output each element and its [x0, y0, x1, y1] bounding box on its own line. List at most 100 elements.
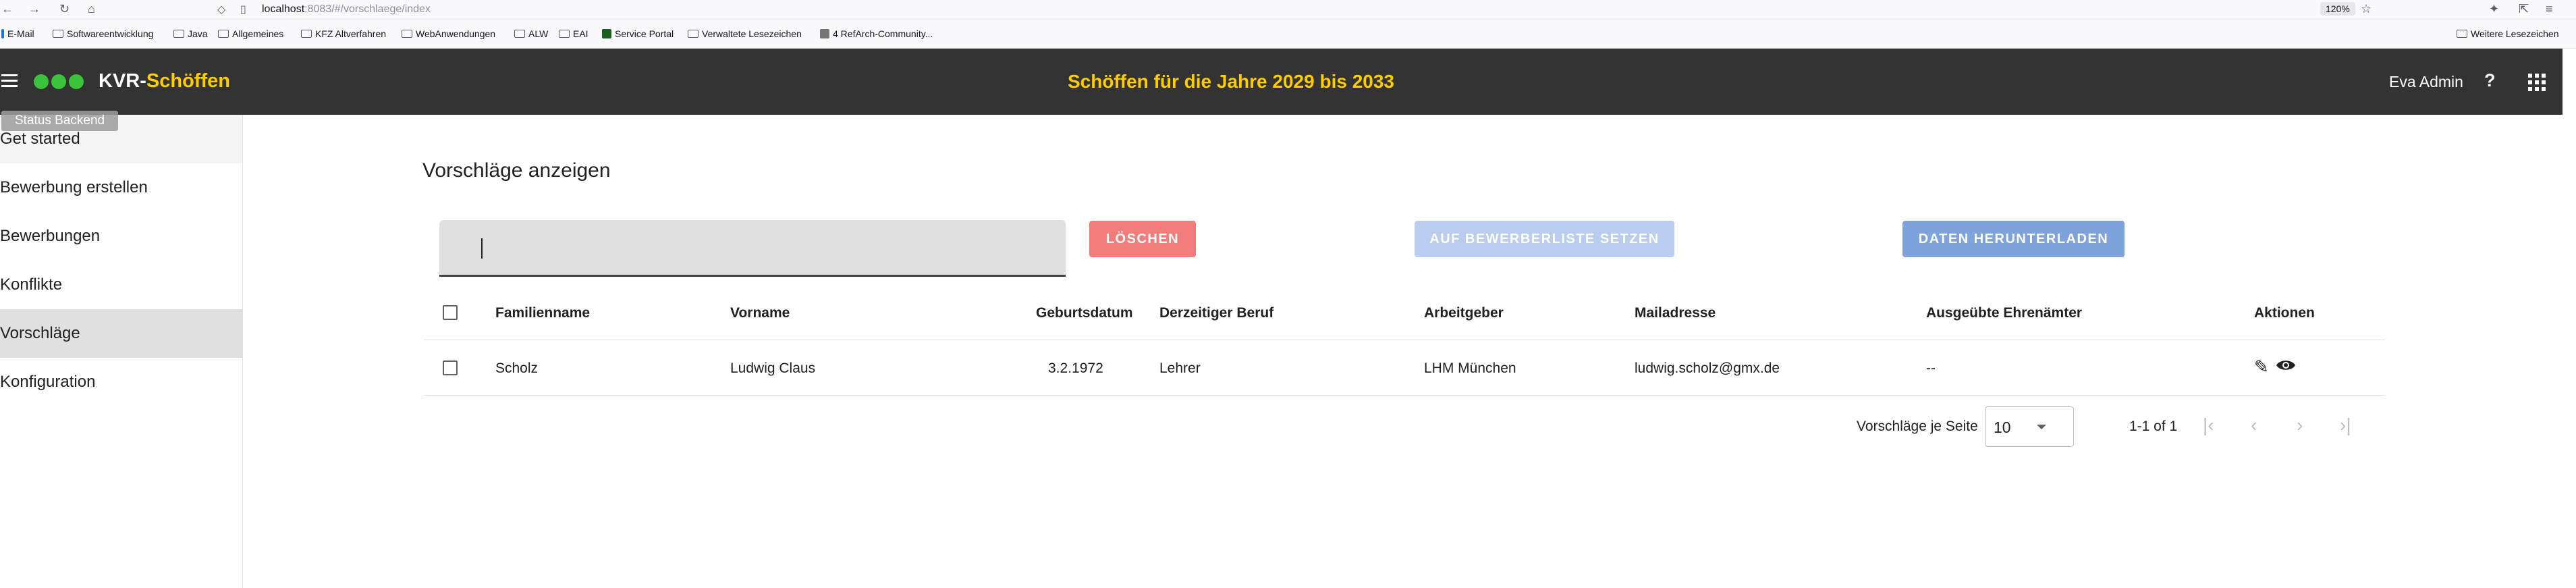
cell-familienname: Scholz [495, 360, 539, 376]
bookmark-item[interactable]: Softwareentwicklung [53, 28, 153, 39]
app-header: KVR-Schöffen Schöffen für die Jahre 2029… [0, 49, 2563, 115]
rows-per-page-label: Vorschläge je Seite [1857, 419, 1978, 434]
bookmark-label: Service Portal [615, 28, 674, 39]
extension-icon[interactable]: ✦ [2489, 2, 2499, 16]
bookmark-label: Verwaltete Lesezeichen [702, 28, 802, 39]
folder-icon [402, 30, 412, 38]
refarch-icon [820, 29, 829, 38]
cell-mail: ludwig.scholz@gmx.de [1635, 360, 1780, 376]
sidebar-item-bewerbungen[interactable]: Bewerbungen [0, 212, 242, 261]
sidebar-item-label: Bewerbungen [0, 227, 101, 245]
set-applicant-list-button[interactable]: AUF BEWERBERLISTE SETZEN [1415, 221, 1674, 257]
column-header[interactable]: Mailadresse [1635, 305, 1716, 321]
bookmark-label: WebAnwendungen [416, 28, 496, 39]
select-all-checkbox[interactable] [443, 305, 458, 320]
bookmark-item[interactable]: Java [173, 28, 208, 39]
rows-per-page-select[interactable]: 10 [1985, 406, 2074, 447]
menu-icon[interactable]: ≡ [2546, 2, 2553, 16]
folder-icon [688, 30, 698, 38]
user-name[interactable]: Eva Admin [2389, 73, 2463, 91]
column-header[interactable]: Ausgeübte Ehrenämter [1926, 305, 2082, 321]
column-header[interactable]: Vorname [730, 305, 790, 321]
last-page-icon[interactable]: ›| [2340, 415, 2351, 436]
bookmark-item[interactable]: EAI [559, 28, 588, 39]
home-icon[interactable]: ⌂ [88, 2, 95, 16]
bookmark-item[interactable]: KFZ Altverfahren [301, 28, 386, 39]
page-icon: ▯ [240, 4, 246, 16]
edit-pencil-icon[interactable]: ✎ [2254, 356, 2269, 377]
cell-beruf: Lehrer [1159, 360, 1201, 376]
hamburger-menu-icon[interactable] [1, 74, 18, 88]
folder-icon [301, 30, 312, 38]
sidebar-item-label: Bewerbung erstellen [0, 178, 148, 196]
next-page-icon[interactable]: › [2297, 415, 2303, 436]
status-dot-icon [51, 74, 66, 89]
cell-vorname: Ludwig Claus [730, 360, 816, 376]
cell-arbeitgeber: LHM München [1424, 360, 1516, 376]
reload-icon[interactable]: ↻ [59, 2, 70, 16]
bookmark-label: Weitere Lesezeichen [2471, 28, 2559, 39]
bookmark-item[interactable]: E-Mail [1, 28, 34, 39]
table-row[interactable]: Scholz Ludwig Claus 3.2.1972 Lehrer LHM … [424, 340, 2385, 396]
bookmark-item[interactable]: WebAnwendungen [402, 28, 495, 39]
bookmark-item[interactable]: Allgemeines [218, 28, 283, 39]
previous-page-icon[interactable]: ‹ [2251, 415, 2257, 436]
row-checkbox[interactable] [443, 360, 458, 375]
bookmark-label: Java [188, 28, 208, 39]
bookmark-item[interactable]: Service Portal [602, 28, 674, 39]
mail-icon [1, 29, 4, 38]
app-switcher-icon[interactable] [2528, 74, 2546, 91]
url-host: localhost [262, 3, 305, 15]
shield-icon[interactable]: ◇ [217, 3, 225, 16]
bookmark-label: KFZ Altverfahren [315, 28, 387, 39]
delete-button[interactable]: LÖSCHEN [1089, 221, 1196, 257]
folder-icon [514, 30, 525, 38]
column-header[interactable]: Geburtsdatum [1036, 305, 1133, 321]
bookmark-item[interactable]: ALW [514, 28, 548, 39]
bookmark-label: 4 RefArch-Community... [833, 28, 933, 39]
column-header[interactable]: Familienname [495, 305, 590, 321]
forward-icon[interactable]: → [28, 2, 40, 16]
sidebar-item-label: Get started [0, 130, 80, 148]
first-page-icon[interactable]: |‹ [2203, 415, 2214, 436]
bookmark-label: E-Mail [7, 28, 34, 39]
address-bar[interactable]: localhost:8083/#/vorschlaege/index [262, 3, 431, 16]
sidebar-item-konflikte[interactable]: Konflikte [0, 261, 242, 309]
status-dots [34, 74, 86, 92]
sidebar-item-vorschlaege[interactable]: Vorschläge [0, 309, 242, 358]
folder-icon [173, 30, 184, 38]
column-header[interactable]: Derzeitiger Beruf [1159, 305, 1273, 321]
url-path: :8083/#/vorschlaege/index [304, 3, 431, 15]
cell-geburtsdatum: 3.2.1972 [1048, 360, 1103, 376]
dropdown-arrow-icon [2037, 425, 2046, 429]
bookmark-label: Allgemeines [232, 28, 284, 39]
app-brand[interactable]: KVR-Schöffen [99, 70, 230, 92]
text-caret [481, 238, 483, 259]
bookmark-star-icon[interactable]: ☆ [2361, 2, 2372, 16]
status-dot-icon [69, 74, 84, 89]
help-icon[interactable]: ? [2484, 70, 2496, 91]
share-icon[interactable]: ⇱ [2519, 2, 2529, 16]
bookmark-label: Softwareentwicklung [67, 28, 154, 39]
bookmark-item[interactable]: 4 RefArch-Community... [820, 28, 933, 39]
back-icon[interactable]: ← [1, 2, 13, 16]
cell-ehrenaemter: -- [1926, 360, 1936, 376]
page-title: Vorschläge anzeigen [422, 159, 611, 182]
bookmark-item[interactable]: Verwaltete Lesezeichen [688, 28, 802, 39]
sidebar-item-konfiguration[interactable]: Konfiguration [0, 358, 242, 406]
bookmark-label: ALW [528, 28, 549, 39]
app-title: Schöffen für die Jahre 2029 bis 2033 [1068, 71, 1394, 92]
column-header[interactable]: Arbeitgeber [1424, 305, 1504, 321]
download-data-button[interactable]: DATEN HERUNTERLADEN [1902, 221, 2125, 257]
view-eye-icon[interactable] [2276, 356, 2296, 377]
sidebar-item-label: Vorschläge [0, 324, 80, 342]
folder-icon [53, 30, 63, 38]
browser-toolbar: ← → ↻ ⌂ ◇ ▯ localhost:8083/#/vorschlaege… [0, 0, 2576, 20]
zoom-badge[interactable]: 120% [2320, 2, 2355, 16]
bookmarks-bar: E-Mail Softwareentwicklung Java Allgemei… [0, 20, 2576, 49]
search-input[interactable] [439, 220, 1066, 277]
pagination-range: 1-1 of 1 [2129, 419, 2178, 434]
bookmark-label: EAI [573, 28, 588, 39]
sidebar-item-bewerbung-erstellen[interactable]: Bewerbung erstellen [0, 163, 242, 212]
bookmark-item-more[interactable]: Weitere Lesezeichen [2457, 28, 2558, 39]
